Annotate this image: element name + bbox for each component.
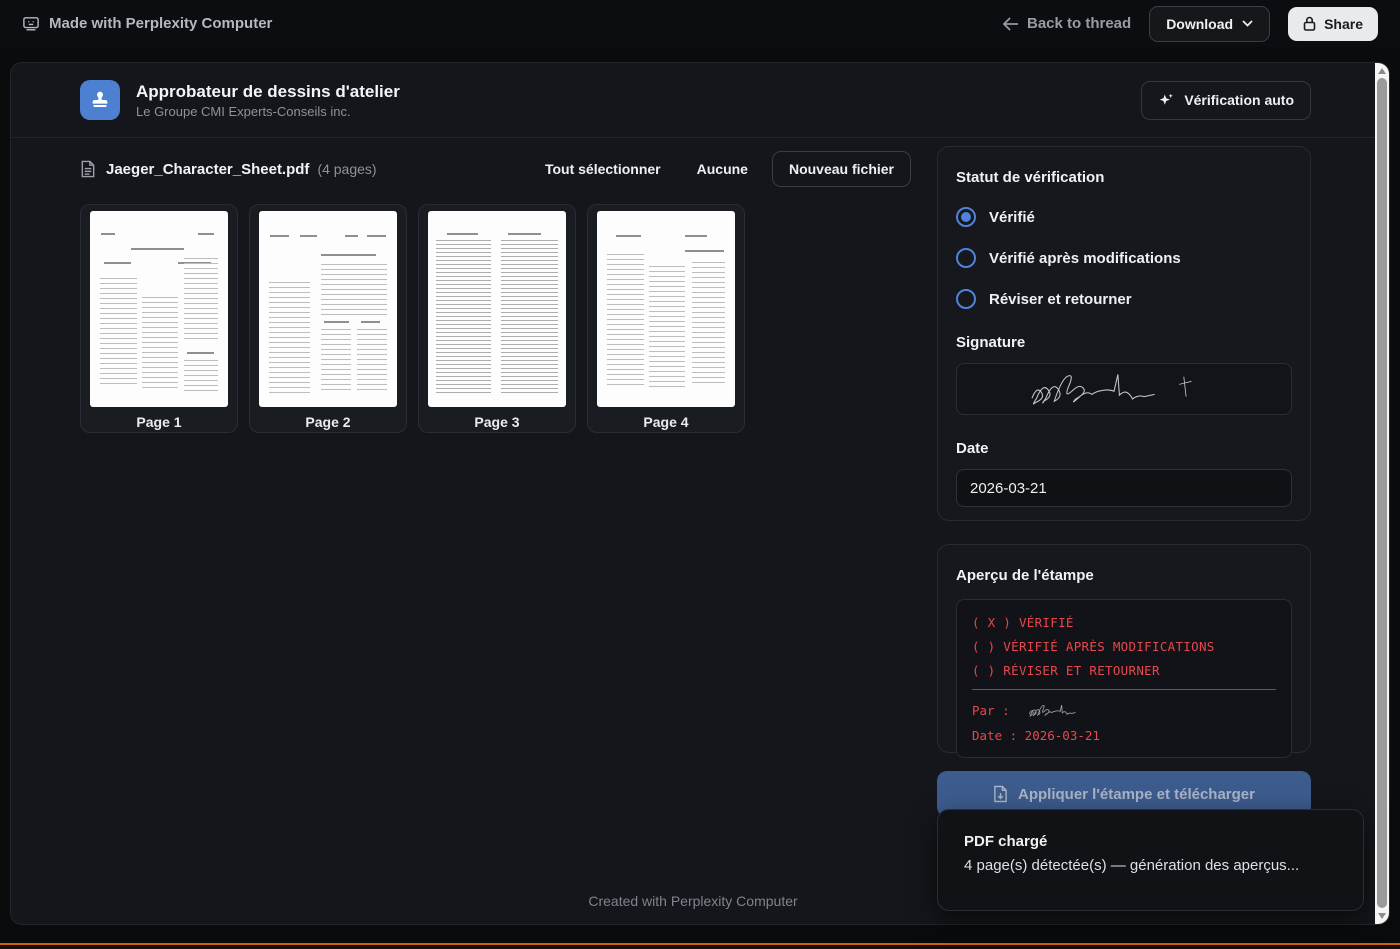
stamp-divider	[972, 689, 1276, 690]
scrollbar-thumb[interactable]	[1377, 78, 1387, 908]
verification-heading: Statut de vérification	[956, 169, 1292, 186]
select-all-button[interactable]: Tout sélectionner	[545, 161, 661, 177]
page-label: Page 1	[81, 414, 237, 430]
page-preview	[90, 211, 228, 407]
download-button[interactable]: Download	[1149, 6, 1270, 42]
page-thumbnail[interactable]: Page 3	[418, 204, 576, 433]
stamp-date-line: Date : 2026-03-21	[972, 728, 1276, 743]
file-name: Jaeger_Character_Sheet.pdf	[106, 161, 309, 178]
date-label: Date	[956, 440, 1292, 457]
signature-image	[1009, 369, 1239, 409]
stamp-app-icon	[80, 80, 120, 120]
stamp-line-modifications: ( ) VÉRIFIÉ APRÈS MODIFICATIONS	[972, 639, 1276, 654]
page-preview	[428, 211, 566, 407]
stamp-preview-card: Aperçu de l'étampe ( X ) VÉRIFIÉ ( ) VÉR…	[937, 544, 1311, 753]
share-button[interactable]: Share	[1288, 7, 1378, 41]
verification-card: Statut de vérification Vérifié Vérifié a…	[937, 146, 1311, 521]
app-header: Approbateur de dessins d'atelier Le Grou…	[11, 63, 1389, 138]
top-bar: Made with Perplexity Computer Back to th…	[0, 0, 1400, 47]
app-subtitle: Le Groupe CMI Experts-Conseils inc.	[136, 104, 400, 119]
stamp-preview-box: ( X ) VÉRIFIÉ ( ) VÉRIFIÉ APRÈS MODIFICA…	[956, 599, 1292, 758]
scrollbar-up-arrow[interactable]	[1378, 68, 1386, 74]
scrollbar-down-arrow[interactable]	[1378, 913, 1386, 919]
app-panel: Approbateur de dessins d'atelier Le Grou…	[10, 62, 1390, 925]
back-to-thread-link[interactable]: Back to thread	[1003, 15, 1131, 32]
toast-notification[interactable]: PDF chargé 4 page(s) détectée(s) — génér…	[937, 809, 1364, 911]
page-thumbnails: Page 1 Page 2	[80, 204, 745, 433]
select-none-button[interactable]: Aucune	[697, 161, 748, 177]
new-file-button[interactable]: Nouveau fichier	[772, 151, 911, 187]
right-panel: Statut de vérification Vérifié Vérifié a…	[937, 146, 1311, 817]
page-thumbnail[interactable]: Page 2	[249, 204, 407, 433]
radio-icon	[956, 248, 976, 268]
stamp-signature-image	[1018, 703, 1110, 718]
file-icon	[80, 160, 96, 178]
toast-message: 4 page(s) détectée(s) — génération des a…	[964, 857, 1337, 874]
toast-title: PDF chargé	[964, 833, 1337, 850]
page-label: Page 2	[250, 414, 406, 430]
radio-icon	[956, 289, 976, 309]
stamp-line-return: ( ) RÉVISER ET RETOURNER	[972, 663, 1276, 678]
made-with-label: Made with Perplexity Computer	[49, 15, 272, 32]
stamp-line-verified: ( X ) VÉRIFIÉ	[972, 615, 1276, 630]
bottom-edge-strip	[0, 943, 1400, 949]
lock-icon	[1303, 16, 1316, 31]
scrollbar[interactable]	[1375, 63, 1389, 924]
radio-option-verified[interactable]: Vérifié	[956, 207, 1292, 227]
page-thumbnail[interactable]: Page 4	[587, 204, 745, 433]
signature-preview	[956, 363, 1292, 415]
page-label: Page 3	[419, 414, 575, 430]
date-input[interactable]	[956, 469, 1292, 507]
page-preview	[259, 211, 397, 407]
computer-icon	[22, 16, 40, 32]
page-preview	[597, 211, 735, 407]
arrow-left-icon	[1003, 17, 1019, 31]
stamp-par-label: Par :	[972, 703, 1010, 718]
radio-icon	[956, 207, 976, 227]
stamp-preview-heading: Aperçu de l'étampe	[956, 567, 1292, 584]
chevron-down-icon	[1242, 20, 1253, 27]
file-bar: Jaeger_Character_Sheet.pdf (4 pages) Tou…	[80, 151, 911, 187]
sparkles-icon	[1158, 92, 1175, 109]
app-title: Approbateur de dessins d'atelier	[136, 81, 400, 102]
file-page-count: (4 pages)	[317, 161, 376, 177]
page-label: Page 4	[588, 414, 744, 430]
radio-option-revise-and-return[interactable]: Réviser et retourner	[956, 289, 1292, 309]
made-with-badge: Made with Perplexity Computer	[22, 15, 272, 32]
signature-label: Signature	[956, 334, 1292, 351]
page-thumbnail[interactable]: Page 1	[80, 204, 238, 433]
auto-verify-button[interactable]: Vérification auto	[1141, 81, 1311, 120]
file-download-icon	[993, 785, 1008, 803]
radio-option-verified-with-modifications[interactable]: Vérifié après modifications	[956, 248, 1292, 268]
